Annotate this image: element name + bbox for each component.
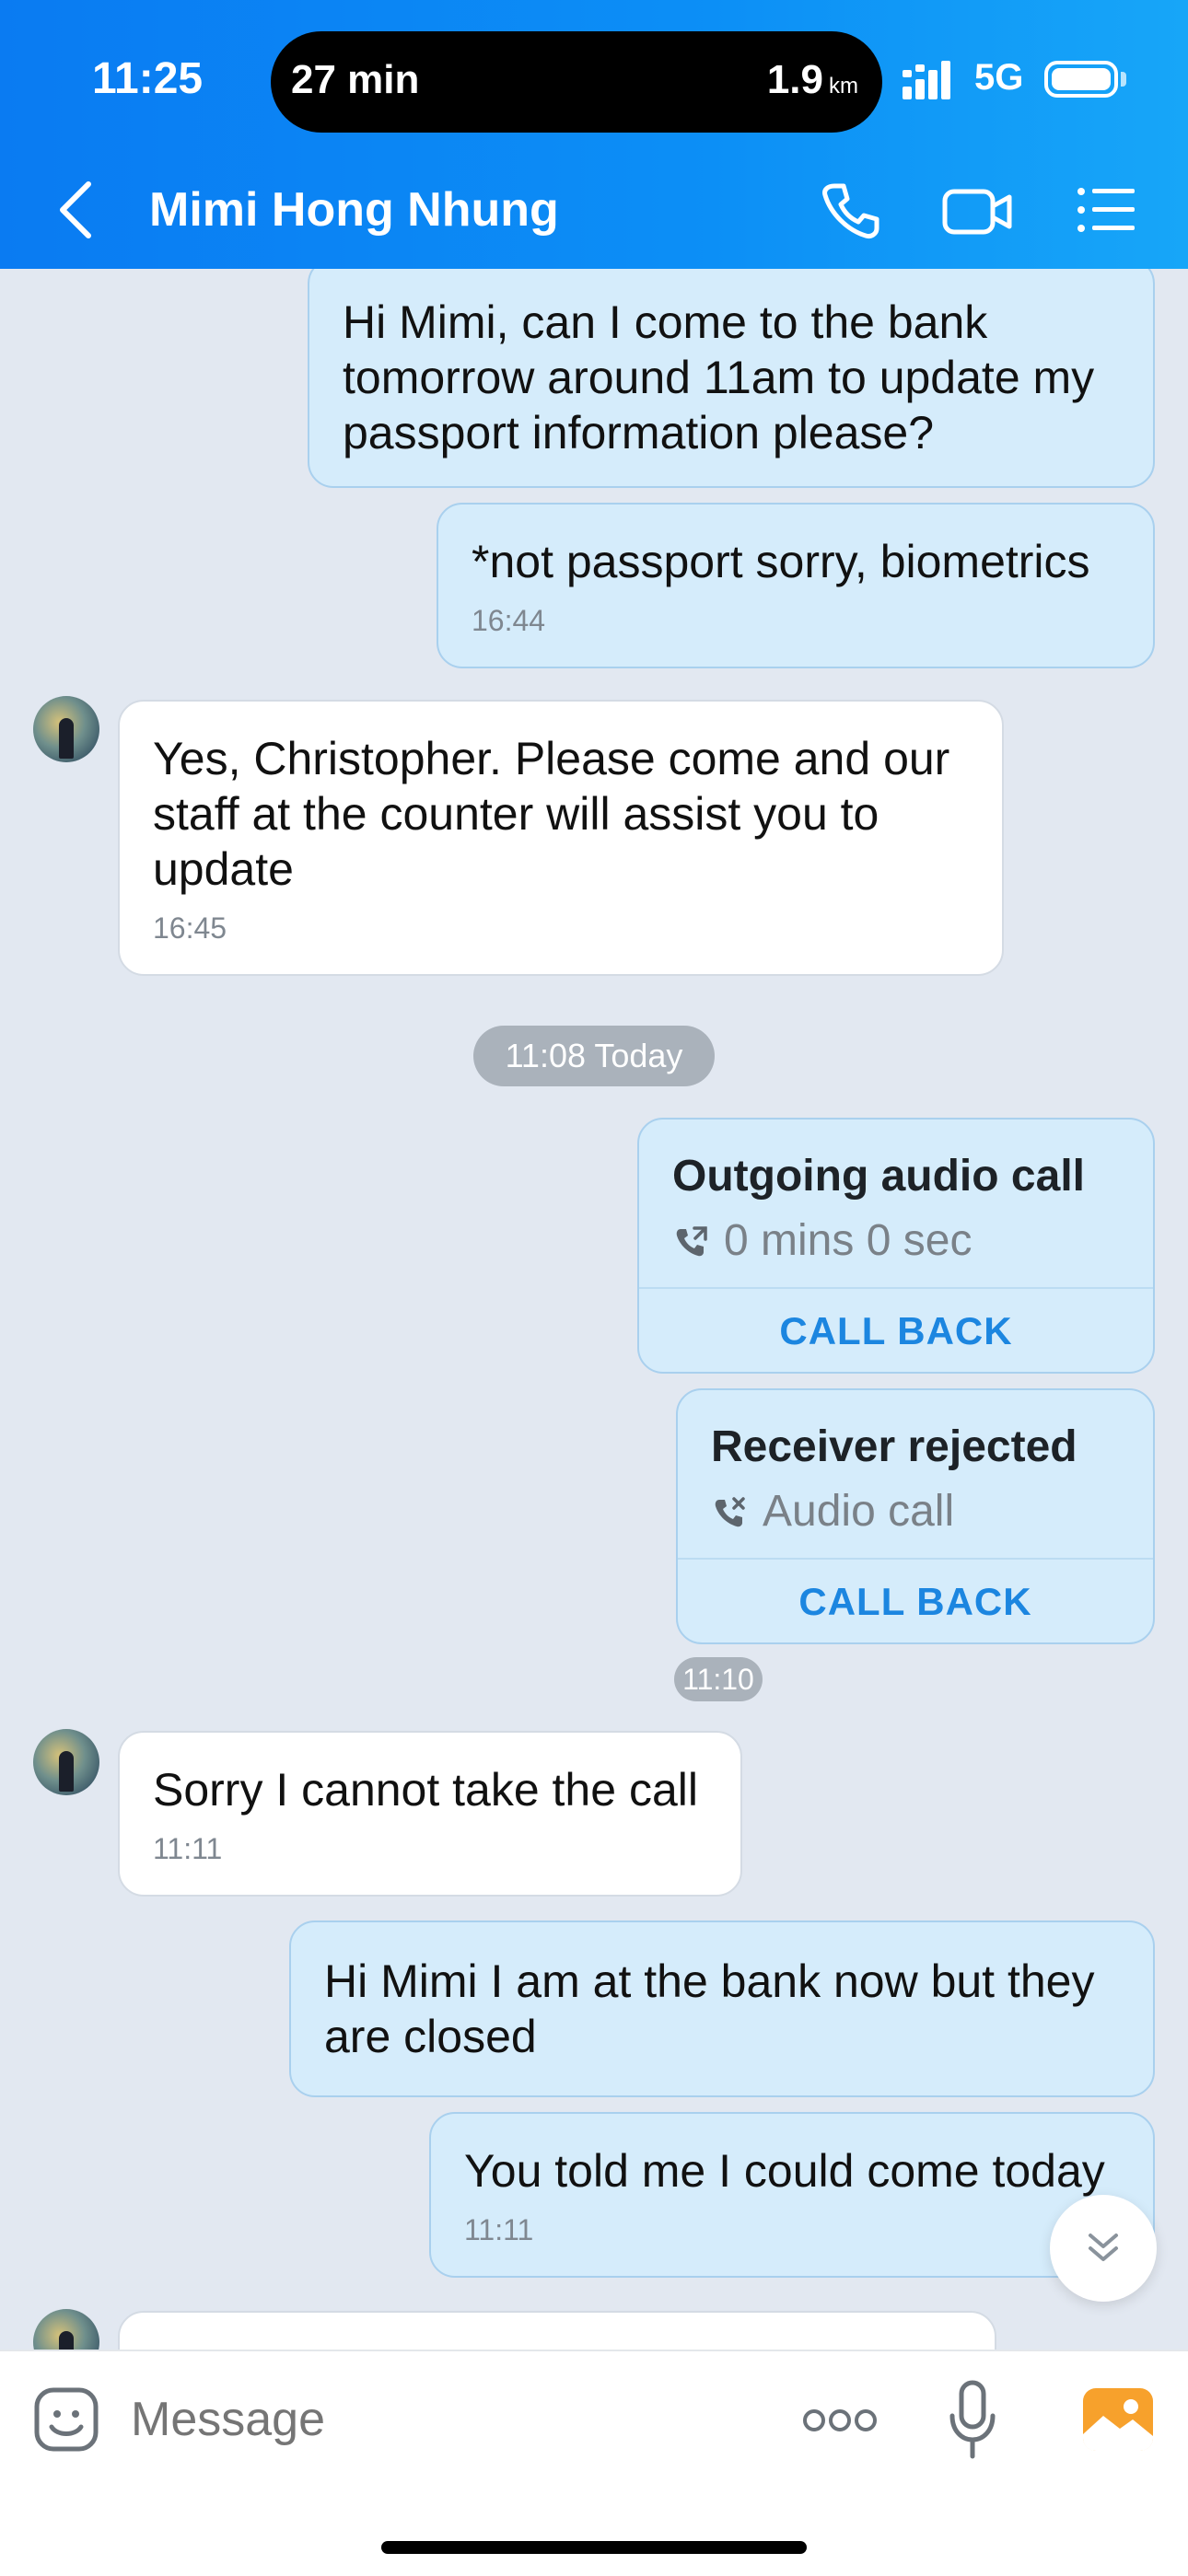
message-bubble-incoming[interactable]: Sorry I cannot take the call 11:11 [118,1731,742,1897]
chat-header: 11:25 27 min 1.9 km 5G Mimi Hong Nhung [0,0,1188,269]
message-time: 11:11 [464,2213,534,2246]
menu-icon[interactable] [1074,179,1138,243]
message-text: Hi Mimi, can I come to the bank tomorrow… [343,296,1095,458]
gallery-icon[interactable] [1083,2388,1153,2451]
outgoing-call-icon [676,1226,707,1257]
divider [639,1287,1153,1289]
message-text: Hi Mimi I am at the bank now but they ar… [324,1955,1095,2062]
call-back-button[interactable]: CALL BACK [639,1309,1153,1353]
message-bubble-outgoing[interactable]: Hi Mimi, can I come to the bank tomorrow… [308,269,1155,488]
status-time: 11:25 [92,54,204,103]
missed-call-icon [715,1497,745,1527]
message-text: Sorry I cannot take the call [153,1764,698,1816]
video-icon[interactable] [941,179,1013,243]
message-text: You told me I could come today [464,2145,1105,2197]
chevron-double-down-icon [1089,2234,1118,2261]
call-title: Receiver rejected [711,1422,1077,1471]
dynamic-island[interactable]: 27 min 1.9 km [271,31,882,133]
battery-icon [1044,61,1118,98]
message-list[interactable]: Hi Mimi, can I come to the bank tomorrow… [0,269,1188,2350]
message-bubble-incoming[interactable] [118,2311,996,2350]
message-bubble-incoming[interactable]: Yes, Christopher. Please come and our st… [118,700,1004,976]
call-back-button[interactable]: CALL BACK [678,1580,1153,1624]
back-icon[interactable] [57,180,94,239]
battery-tip [1121,72,1126,87]
island-eta: 27 min [291,57,420,102]
call-card-outgoing[interactable]: Outgoing audio call 0 mins 0 sec CALL BA… [637,1118,1155,1374]
home-indicator[interactable] [381,2541,807,2554]
message-time: 11:11 [153,1832,223,1865]
more-icon[interactable] [801,2407,879,2434]
message-time: 16:45 [153,911,227,945]
cellular-signal-icon [903,61,950,99]
date-separator: 11:08 Today [473,1026,715,1086]
scroll-to-bottom-button[interactable] [1050,2195,1157,2302]
message-bubble-outgoing[interactable]: Hi Mimi I am at the bank now but they ar… [289,1920,1155,2097]
time-separator: 11:10 [674,1657,763,1701]
call-subtitle: Audio call [711,1486,954,1537]
message-text: Yes, Christopher. Please come and our st… [153,733,950,895]
sticker-icon[interactable] [33,2386,99,2453]
call-card-rejected[interactable]: Receiver rejected Audio call CALL BACK [676,1388,1155,1644]
message-bubble-outgoing[interactable]: *not passport sorry, biometrics 16:44 [437,503,1155,668]
call-title: Outgoing audio call [672,1152,1085,1201]
phone-icon[interactable] [818,179,882,243]
message-time: 16:44 [472,604,546,637]
network-type: 5G [974,57,1024,98]
divider [678,1558,1153,1560]
avatar[interactable] [33,1729,99,1795]
avatar[interactable] [33,696,99,762]
island-distance: 1.9 km [766,57,858,102]
call-subtitle: 0 mins 0 sec [672,1215,972,1266]
message-text: *not passport sorry, biometrics [472,536,1090,587]
avatar[interactable] [33,2309,99,2350]
microphone-icon[interactable] [949,2379,996,2462]
message-bubble-outgoing[interactable]: You told me I could come today 11:11 [429,2112,1155,2278]
message-input[interactable] [131,2392,683,2447]
contact-name[interactable]: Mimi Hong Nhung [149,182,559,238]
